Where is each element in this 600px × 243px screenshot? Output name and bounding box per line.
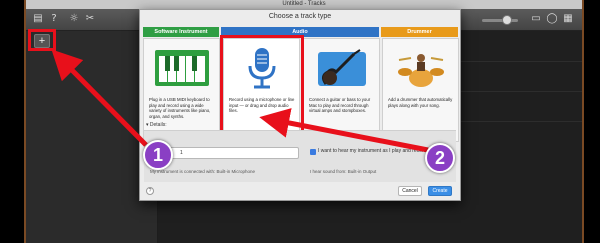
category-drummer: Drummer bbox=[381, 27, 458, 37]
card-audio-guitar[interactable]: Connect a guitar or bass to your Mac to … bbox=[303, 38, 380, 142]
create-button[interactable]: Create bbox=[428, 186, 452, 196]
library-icon[interactable]: ▤ bbox=[32, 13, 44, 25]
drummer-icon bbox=[391, 45, 451, 91]
window-titlebar: Untitled - Tracks bbox=[26, 0, 582, 9]
browser-icon[interactable]: ▦ bbox=[562, 13, 574, 25]
screenshot-stage: Untitled - Tracks ▤ ? ☼ ✂ ▭ ◯ ▦ + Choose… bbox=[0, 0, 600, 243]
scissors-icon[interactable]: ✂ bbox=[84, 13, 96, 25]
add-track-highlight bbox=[28, 29, 56, 51]
details-label: Details: bbox=[149, 122, 167, 128]
help-icon[interactable]: ? bbox=[48, 13, 60, 25]
details-disclosure[interactable]: ▾ Details: bbox=[146, 122, 167, 128]
microphone-card-highlight bbox=[220, 35, 304, 139]
connection-text: My instrument is connected with: Built-i… bbox=[150, 169, 256, 174]
loops-icon[interactable]: ◯ bbox=[546, 13, 558, 25]
card-drummer[interactable]: Add a drummer that automatically plays a… bbox=[382, 38, 459, 142]
master-volume-slider[interactable] bbox=[482, 15, 518, 25]
category-software-instrument: Software Instrument bbox=[143, 27, 219, 37]
keyboard-icon bbox=[152, 45, 212, 91]
card-description: Connect a guitar or bass to your Mac to … bbox=[309, 97, 371, 113]
dialog-title: Choose a track type bbox=[268, 13, 332, 20]
window-title: Untitled - Tracks bbox=[282, 1, 326, 7]
card-description: Add a drummer that automatically plays a… bbox=[388, 97, 453, 108]
guitar-icon bbox=[312, 45, 372, 91]
volume-knob[interactable] bbox=[502, 15, 512, 25]
step-badge-2: 2 bbox=[425, 143, 455, 173]
monitoring-checkbox[interactable] bbox=[310, 149, 316, 155]
details-panel: 1 I want to hear my instrument as I play… bbox=[144, 130, 456, 182]
help-button[interactable]: ? bbox=[146, 187, 154, 195]
cancel-button[interactable]: Cancel bbox=[398, 186, 422, 196]
notepad-icon[interactable]: ▭ bbox=[530, 13, 542, 25]
smart-controls-icon[interactable]: ☼ bbox=[68, 13, 80, 25]
card-description: Plug in a USB MIDI keyboard to play and … bbox=[149, 97, 211, 119]
track-type-dialog: Choose a track type Software Instrument … bbox=[139, 9, 461, 201]
output-text: I hear sound from: Built-in Output bbox=[310, 169, 377, 174]
step-badge-1: 1 bbox=[143, 140, 173, 170]
